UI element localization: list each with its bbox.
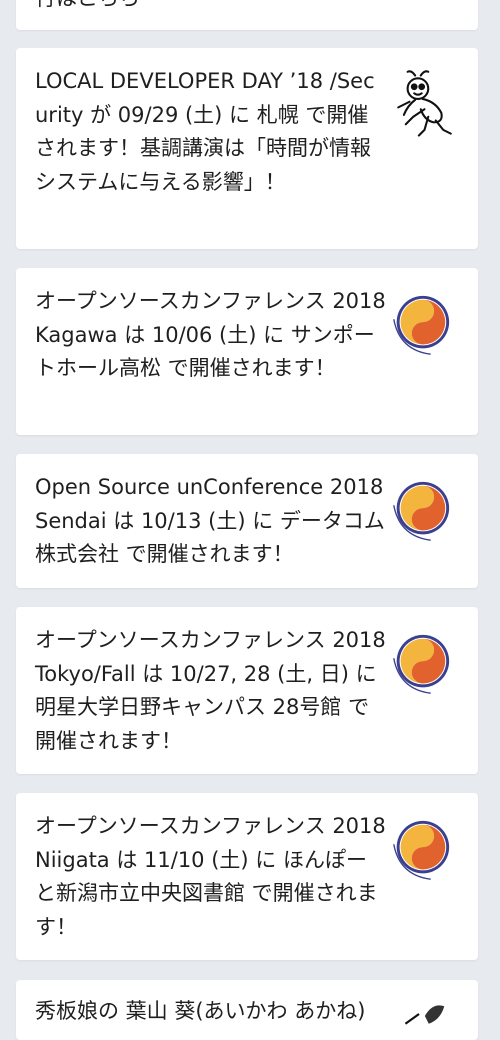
osc-logo-icon xyxy=(386,290,454,362)
event-text: 秀板娘の 葉山 葵(あいかわ あかね) xyxy=(35,999,366,1023)
event-text: LOCAL DEVELOPER DAY ’18 /Security が 09/2… xyxy=(35,69,375,194)
event-card-osc-kagawa[interactable]: オープンソースカンファレンス 2018 Kagawa は 10/06 (土) に… xyxy=(16,268,478,435)
ant-mascot-icon xyxy=(387,68,462,143)
event-text: Open Source unConference 2018 Sendai は 1… xyxy=(35,475,385,566)
osc-logo-icon xyxy=(386,815,454,887)
event-text: 行はこちら xyxy=(35,0,387,16)
event-card-mascot[interactable]: 秀板娘の 葉山 葵(あいかわ あかね) xyxy=(16,980,478,1040)
event-card-osc-niigata[interactable]: オープンソースカンファレンス 2018 Niigata は 11/10 (土) … xyxy=(16,793,478,960)
event-text: オープンソースカンファレンス 2018 Tokyo/Fall は 10/27, … xyxy=(35,628,386,753)
osc-logo-icon xyxy=(386,629,454,701)
event-text: オープンソースカンファレンス 2018 Kagawa は 10/06 (土) に… xyxy=(35,289,386,380)
event-card-osc-tokyo-fall[interactable]: オープンソースカンファレンス 2018 Tokyo/Fall は 10/27, … xyxy=(16,607,478,774)
osc-logo-icon xyxy=(386,476,454,548)
event-card[interactable]: 行はこちら xyxy=(16,0,478,30)
mascot-partial-icon xyxy=(386,994,454,1034)
event-card-local-developer-day[interactable]: LOCAL DEVELOPER DAY ’18 /Security が 09/2… xyxy=(16,48,478,249)
event-card-osuc-sendai[interactable]: Open Source unConference 2018 Sendai は 1… xyxy=(16,454,478,588)
event-text: オープンソースカンファレンス 2018 Niigata は 11/10 (土) … xyxy=(35,814,386,939)
